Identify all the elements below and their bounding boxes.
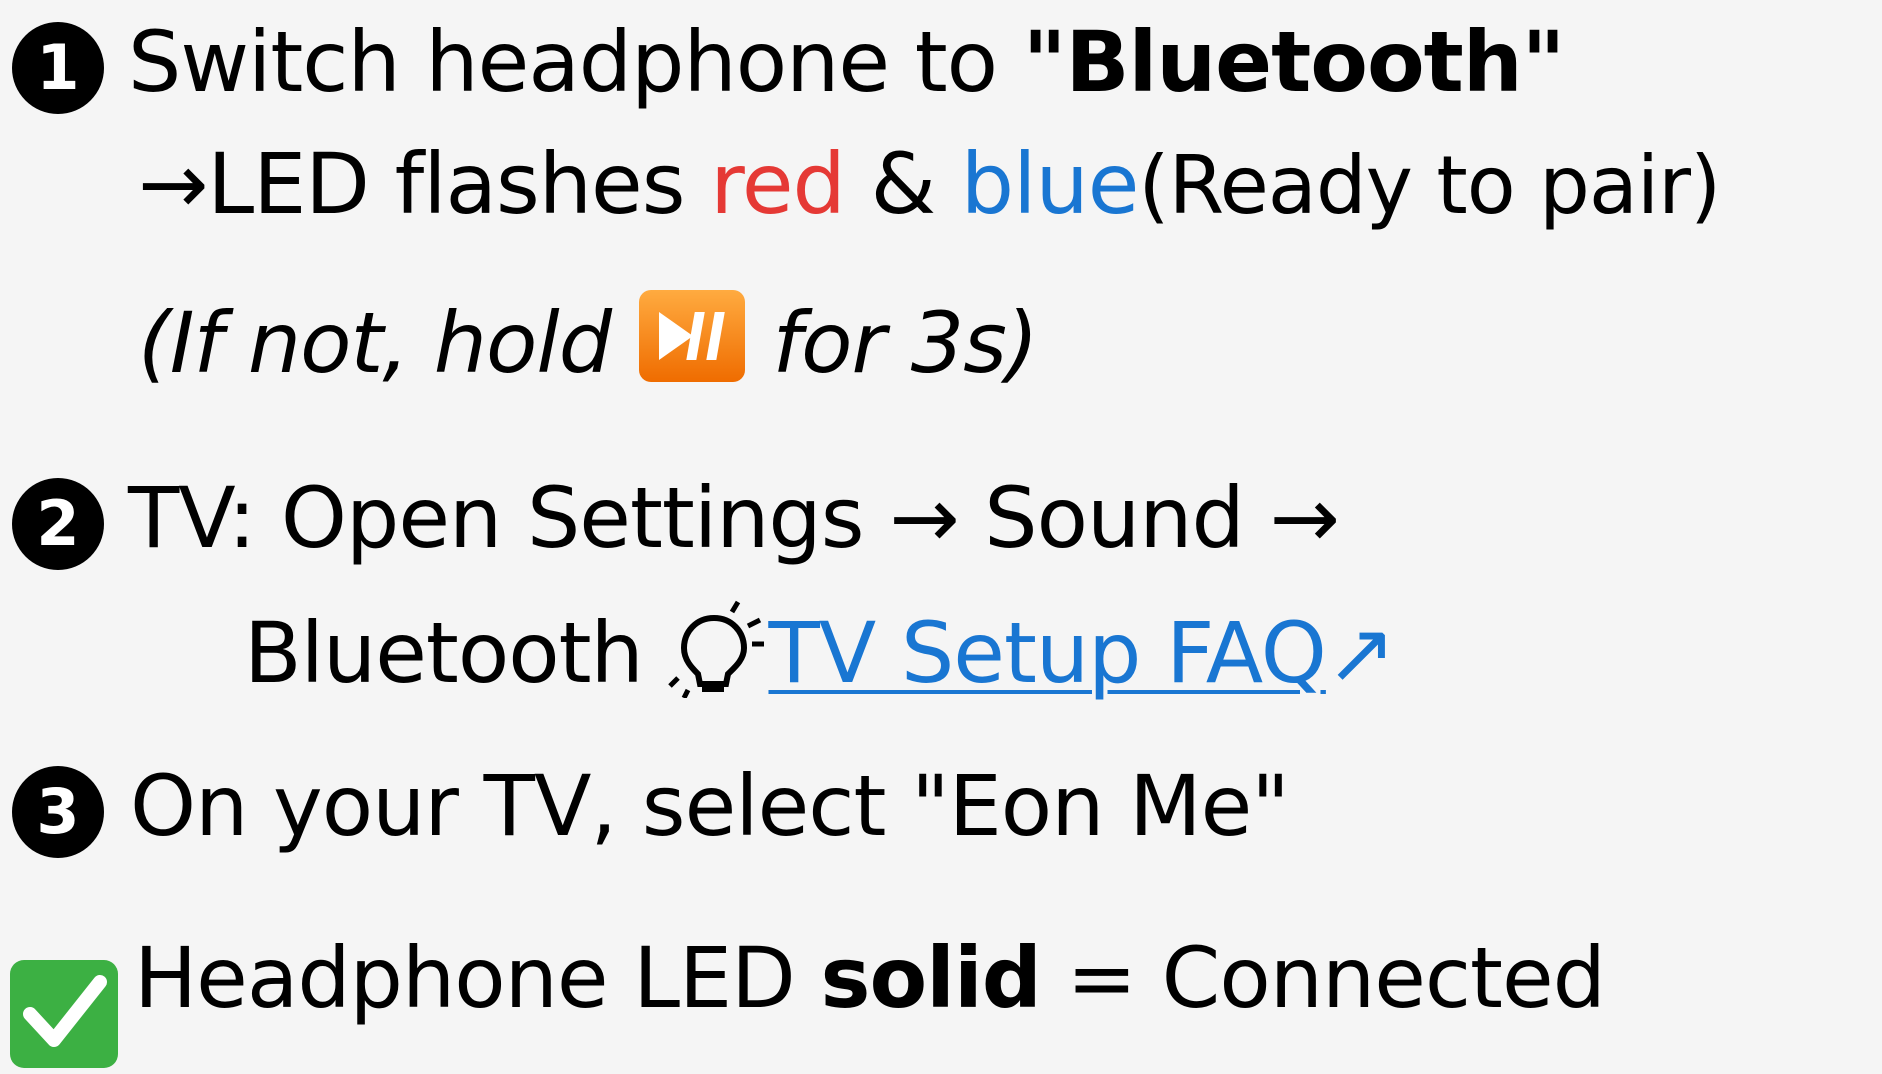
step-3-number-badge: 3 (12, 766, 104, 858)
step-2-line-2: Bluetooth TV Setup FAQ↗ (244, 598, 1396, 700)
step-1-line-1: Switch headphone to "Bluetooth" (128, 20, 1565, 104)
step-1-hint-close: ) (1005, 294, 1039, 392)
check-mark-icon (8, 958, 120, 1070)
result-solid-bold: solid (820, 929, 1041, 1027)
step-2-line-1: TV: Open Settings → Sound → (128, 469, 1340, 567)
step-1-hint-open: ( (138, 294, 171, 392)
step-1-amp: & (844, 135, 961, 233)
step-3-text: On your TV, select "Eon Me" (130, 757, 1290, 855)
step-1-line-2: →LED flashes red & blue(Ready to pair) (138, 142, 1721, 226)
step-1-led-text: LED flashes (207, 135, 711, 233)
result-text: Headphone LED solid = Connected (134, 936, 1606, 1020)
step-1-arrow: → (138, 135, 208, 233)
result-text-before: Headphone LED (134, 929, 821, 1027)
step-1-blue-word: blue (960, 135, 1140, 233)
step-1-red-word: red (710, 135, 846, 233)
step-1-number-badge: 1 (12, 22, 104, 114)
step-1-hint: (If not, hold for 3s) (138, 288, 1039, 385)
step-1-bluetooth-bold: "Bluetooth" (1022, 13, 1566, 111)
result-text-after: = Connected (1040, 929, 1606, 1027)
tv-setup-faq-link[interactable]: TV Setup FAQ (768, 604, 1326, 702)
step-1-hint-before: If not, hold (169, 294, 637, 392)
step-2-bluetooth: Bluetooth (244, 604, 669, 702)
step-1-ready-note: (Ready to pair) (1138, 139, 1721, 232)
external-link-arrow-icon[interactable]: ↗ (1326, 604, 1396, 702)
step-1-hint-after: for 3s (746, 294, 1006, 392)
step-1-text: Switch headphone to (128, 13, 1023, 111)
step-2-number-badge: 2 (12, 478, 104, 570)
lightbulb-icon (668, 598, 768, 700)
play-pause-icon (637, 288, 747, 384)
